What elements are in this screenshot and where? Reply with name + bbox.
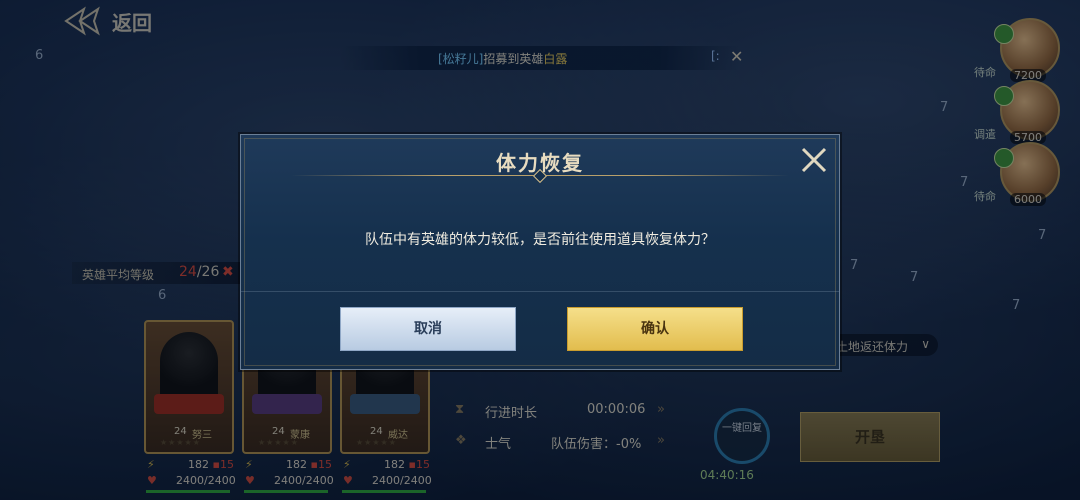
confirm-button[interactable]: 确认: [567, 307, 743, 351]
dialog-message: 队伍中有英雄的体力较低，是否前往使用道具恢复体力？: [365, 232, 715, 248]
dialog-divider: [241, 291, 839, 292]
stamina-restore-dialog: 体力恢复 队伍中有英雄的体力较低，是否前往使用道具恢复体力？ 取消 确认: [240, 134, 840, 370]
cancel-button[interactable]: 取消: [340, 307, 516, 351]
close-icon[interactable]: [799, 145, 829, 175]
